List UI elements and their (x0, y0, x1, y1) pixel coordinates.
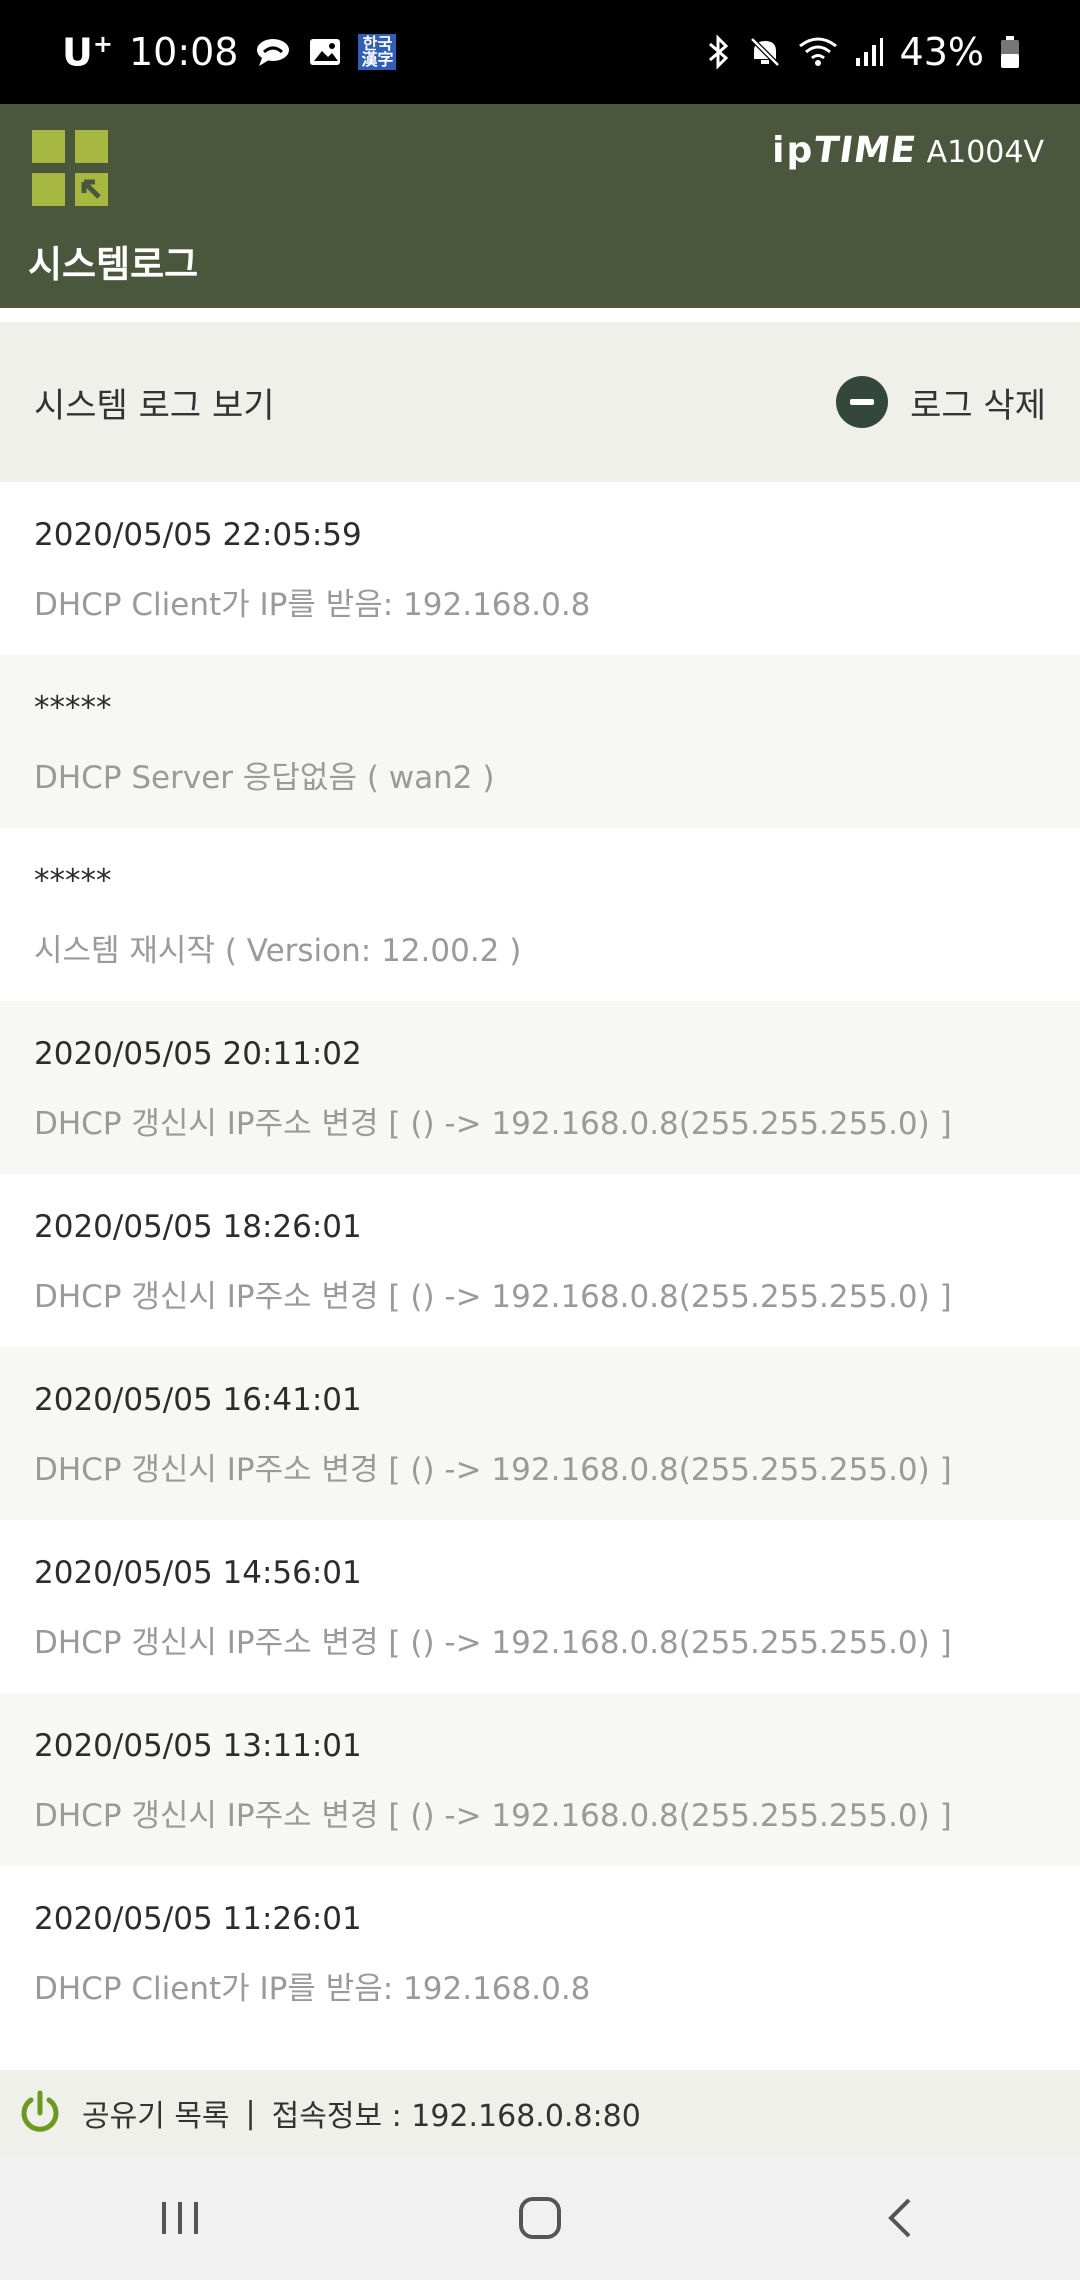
log-message: DHCP 갱신시 IP주소 변경 [ () -> 192.168.0.8(255… (34, 1625, 952, 1661)
footer-separator: | (245, 2095, 256, 2131)
home-icon[interactable] (480, 2178, 600, 2258)
log-message: DHCP 갱신시 IP주소 변경 [ () -> 192.168.0.8(255… (34, 1798, 952, 1834)
log-item: 2020/05/05 16:41:01 DHCP 갱신시 IP주소 변경 [ (… (0, 1347, 1080, 1520)
battery-percent: 43% (899, 30, 984, 74)
log-list[interactable]: 2020/05/05 22:05:59 DHCP Client가 IP를 받음:… (0, 482, 1080, 2039)
menu-grid-icon[interactable] (32, 130, 108, 206)
bluetooth-icon (706, 34, 732, 70)
log-time: 2020/05/05 11:26:01 (34, 1901, 362, 1937)
log-message: DHCP 갱신시 IP주소 변경 [ () -> 192.168.0.8(255… (34, 1106, 952, 1142)
log-item: 2020/05/05 13:11:01 DHCP 갱신시 IP주소 변경 [ (… (0, 1693, 1080, 1866)
section-header: 시스템 로그 보기 로그 삭제 (0, 322, 1080, 482)
log-message: DHCP Client가 IP를 받음: 192.168.0.8 (34, 587, 591, 623)
log-message: DHCP Client가 IP를 받음: 192.168.0.8 (34, 1971, 591, 2007)
footer-bar: 공유기 목록 | 접속정보 : 192.168.0.8:80 (0, 2070, 1080, 2156)
power-icon[interactable] (16, 2089, 64, 2137)
log-time: 2020/05/05 14:56:01 (34, 1555, 362, 1591)
brand-logo: ipTIME A1004V (772, 130, 1044, 171)
log-item: ***** 시스템 재시작 ( Version: 12.00.2 ) (0, 828, 1080, 1001)
router-list-link[interactable]: 공유기 목록 (82, 2091, 230, 2135)
app-header: ipTIME A1004V 시스템로그 (0, 104, 1080, 308)
minus-circle-icon (836, 376, 889, 428)
log-message: 시스템 재시작 ( Version: 12.00.2 ) (34, 933, 522, 969)
screen: U+ 10:08 한국 漢字 43% ipTIME A1004V 시스템로그 시… (0, 0, 1080, 2280)
chat-bubble-icon (254, 36, 292, 68)
log-time: 2020/05/05 22:05:59 (34, 517, 362, 553)
log-message: DHCP Server 응답없음 ( wan2 ) (34, 760, 495, 796)
log-message: DHCP 갱신시 IP주소 변경 [ () -> 192.168.0.8(255… (34, 1452, 952, 1488)
back-icon[interactable] (840, 2178, 960, 2258)
battery-icon (1000, 35, 1020, 69)
page-title: 시스템로그 (28, 243, 199, 286)
log-time: 2020/05/05 20:11:02 (34, 1036, 362, 1072)
log-message: DHCP 갱신시 IP주소 변경 [ () -> 192.168.0.8(255… (34, 1279, 952, 1315)
log-item: 2020/05/05 14:56:01 DHCP 갱신시 IP주소 변경 [ (… (0, 1520, 1080, 1693)
log-item: 2020/05/05 20:11:02 DHCP 갱신시 IP주소 변경 [ (… (0, 1001, 1080, 1174)
delete-log-label: 로그 삭제 (910, 385, 1046, 426)
carrier-label: U+ (62, 29, 113, 75)
status-bar: U+ 10:08 한국 漢字 43% (0, 0, 1080, 104)
gallery-icon (308, 37, 342, 67)
log-item: 2020/05/05 22:05:59 DHCP Client가 IP를 받음:… (0, 482, 1080, 655)
log-time: 2020/05/05 16:41:01 (34, 1382, 362, 1418)
delete-log-button[interactable]: 로그 삭제 (836, 376, 1046, 428)
wifi-icon (798, 36, 838, 68)
log-item: ***** DHCP Server 응답없음 ( wan2 ) (0, 655, 1080, 828)
recent-apps-icon[interactable] (120, 2178, 240, 2258)
navigation-bar (0, 2156, 1080, 2280)
connection-info: 접속정보 : 192.168.0.8:80 (271, 2099, 641, 2134)
signal-icon (854, 36, 884, 68)
mute-icon (748, 35, 782, 69)
log-time: 2020/05/05 18:26:01 (34, 1209, 362, 1245)
router-model: A1004V (926, 135, 1044, 170)
section-title: 시스템 로그 보기 (34, 385, 275, 426)
clock: 10:08 (128, 30, 239, 74)
log-time: ***** (34, 863, 112, 899)
keyboard-language-icon: 한국 漢字 (358, 34, 397, 70)
log-item: 2020/05/05 18:26:01 DHCP 갱신시 IP주소 변경 [ (… (0, 1174, 1080, 1347)
log-time: 2020/05/05 13:11:01 (34, 1728, 362, 1764)
log-time: ***** (34, 690, 112, 726)
log-item: 2020/05/05 11:26:01 DHCP Client가 IP를 받음:… (0, 1866, 1080, 2039)
